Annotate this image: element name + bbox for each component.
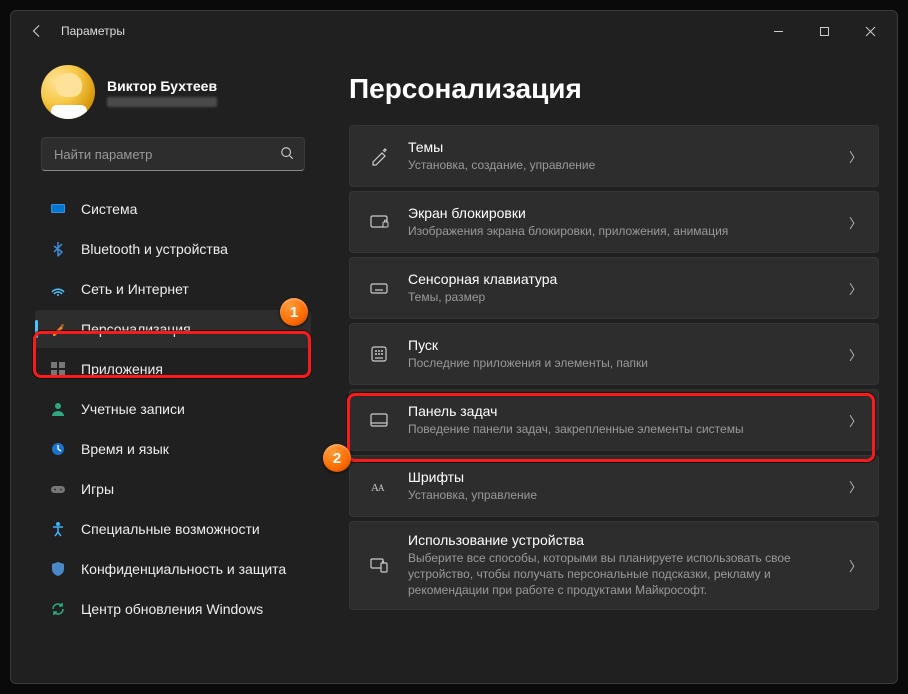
titlebar: Параметры bbox=[11, 11, 897, 51]
profile-email bbox=[107, 97, 217, 107]
tile-title: Пуск bbox=[408, 337, 831, 353]
profile-name: Виктор Бухтеев bbox=[107, 78, 217, 94]
chevron-right-icon: 〉 bbox=[849, 147, 862, 166]
privacy-icon bbox=[49, 560, 67, 578]
nav-list: Система Bluetooth и устройства Сеть и Ин… bbox=[35, 189, 311, 629]
tile-themes[interactable]: Темы Установка, создание, управление 〉 bbox=[349, 125, 879, 187]
sidebar-item-gaming[interactable]: Игры bbox=[35, 470, 311, 508]
sidebar-item-label: Игры bbox=[81, 481, 114, 497]
search-icon bbox=[280, 146, 294, 163]
accessibility-icon bbox=[49, 520, 67, 538]
sidebar-item-label: Персонализация bbox=[81, 321, 191, 337]
taskbar-icon bbox=[368, 409, 390, 431]
annotation-badge-2: 2 bbox=[323, 444, 351, 472]
sidebar-item-label: Bluetooth и устройства bbox=[81, 241, 228, 257]
back-button[interactable] bbox=[23, 17, 51, 45]
sidebar-item-update[interactable]: Центр обновления Windows bbox=[35, 590, 311, 628]
avatar bbox=[41, 65, 95, 119]
tile-title: Экран блокировки bbox=[408, 205, 831, 221]
sidebar-item-privacy[interactable]: Конфиденциальность и защита bbox=[35, 550, 311, 588]
sidebar-item-label: Специальные возможности bbox=[81, 521, 260, 537]
sidebar-item-label: Учетные записи bbox=[81, 401, 185, 417]
start-icon bbox=[368, 343, 390, 365]
lockscreen-icon bbox=[368, 211, 390, 233]
fonts-icon: AA bbox=[368, 475, 390, 497]
tile-desc: Выберите все способы, которыми вы планир… bbox=[408, 550, 831, 599]
deviceuse-icon bbox=[368, 554, 390, 576]
tile-desc: Установка, создание, управление bbox=[408, 157, 831, 173]
minimize-button[interactable] bbox=[755, 15, 801, 47]
tile-title: Использование устройства bbox=[408, 532, 831, 548]
sidebar-item-bluetooth[interactable]: Bluetooth и устройства bbox=[35, 230, 311, 268]
tile-desc: Изображения экрана блокировки, приложени… bbox=[408, 223, 831, 239]
svg-text:A: A bbox=[378, 483, 385, 493]
update-icon bbox=[49, 600, 67, 618]
tile-start[interactable]: Пуск Последние приложения и элементы, па… bbox=[349, 323, 879, 385]
tile-fonts[interactable]: AA Шрифты Установка, управление 〉 bbox=[349, 455, 879, 517]
tile-desc: Последние приложения и элементы, папки bbox=[408, 355, 831, 371]
bluetooth-icon bbox=[49, 240, 67, 258]
sidebar-item-network[interactable]: Сеть и Интернет bbox=[35, 270, 311, 308]
tile-lockscreen[interactable]: Экран блокировки Изображения экрана блок… bbox=[349, 191, 879, 253]
keyboard-icon bbox=[368, 277, 390, 299]
sidebar-item-apps[interactable]: Приложения bbox=[35, 350, 311, 388]
sidebar-item-accounts[interactable]: Учетные записи bbox=[35, 390, 311, 428]
chevron-right-icon: 〉 bbox=[849, 345, 862, 364]
sidebar-item-label: Время и язык bbox=[81, 441, 169, 457]
page-title: Персонализация bbox=[349, 73, 879, 105]
settings-window: Параметры Виктор Бухтеев bbox=[10, 10, 898, 684]
tile-title: Сенсорная клавиатура bbox=[408, 271, 831, 287]
chevron-right-icon: 〉 bbox=[849, 556, 862, 575]
main-content: Персонализация Темы Установка, создание,… bbox=[321, 51, 897, 683]
gaming-icon bbox=[49, 480, 67, 498]
sidebar-item-personalize[interactable]: Персонализация bbox=[35, 310, 311, 348]
tile-title: Шрифты bbox=[408, 469, 831, 485]
network-icon bbox=[49, 280, 67, 298]
sidebar-item-accessibility[interactable]: Специальные возможности bbox=[35, 510, 311, 548]
window-title: Параметры bbox=[61, 24, 125, 38]
tile-taskbar[interactable]: Панель задач Поведение панели задач, зак… bbox=[349, 389, 879, 451]
chevron-right-icon: 〉 bbox=[849, 279, 862, 298]
chevron-right-icon: 〉 bbox=[849, 477, 862, 496]
sidebar-item-time[interactable]: Время и язык bbox=[35, 430, 311, 468]
sidebar-item-label: Конфиденциальность и защита bbox=[81, 561, 286, 577]
sidebar-item-label: Приложения bbox=[81, 361, 163, 377]
maximize-button[interactable] bbox=[801, 15, 847, 47]
sidebar-item-system[interactable]: Система bbox=[35, 190, 311, 228]
tile-title: Темы bbox=[408, 139, 831, 155]
tile-deviceuse[interactable]: Использование устройства Выберите все сп… bbox=[349, 521, 879, 610]
sidebar: Виктор Бухтеев Система Bluetooth и устро… bbox=[11, 51, 321, 683]
search-box[interactable] bbox=[41, 137, 305, 171]
tile-desc: Темы, размер bbox=[408, 289, 831, 305]
tile-title: Панель задач bbox=[408, 403, 831, 419]
close-button[interactable] bbox=[847, 15, 893, 47]
annotation-badge-1: 1 bbox=[280, 298, 308, 326]
tile-desc: Поведение панели задач, закрепленные эле… bbox=[408, 421, 831, 437]
accounts-icon bbox=[49, 400, 67, 418]
sidebar-item-label: Центр обновления Windows bbox=[81, 601, 263, 617]
themes-icon bbox=[368, 145, 390, 167]
system-icon bbox=[49, 200, 67, 218]
search-input[interactable] bbox=[54, 147, 280, 162]
chevron-right-icon: 〉 bbox=[849, 411, 862, 430]
apps-icon bbox=[49, 360, 67, 378]
sidebar-item-label: Сеть и Интернет bbox=[81, 281, 189, 297]
personalize-icon bbox=[49, 320, 67, 338]
sidebar-item-label: Система bbox=[81, 201, 137, 217]
tile-desc: Установка, управление bbox=[408, 487, 831, 503]
profile-block[interactable]: Виктор Бухтеев bbox=[35, 59, 311, 133]
tile-touchkbd[interactable]: Сенсорная клавиатура Темы, размер 〉 bbox=[349, 257, 879, 319]
time-icon bbox=[49, 440, 67, 458]
chevron-right-icon: 〉 bbox=[849, 213, 862, 232]
